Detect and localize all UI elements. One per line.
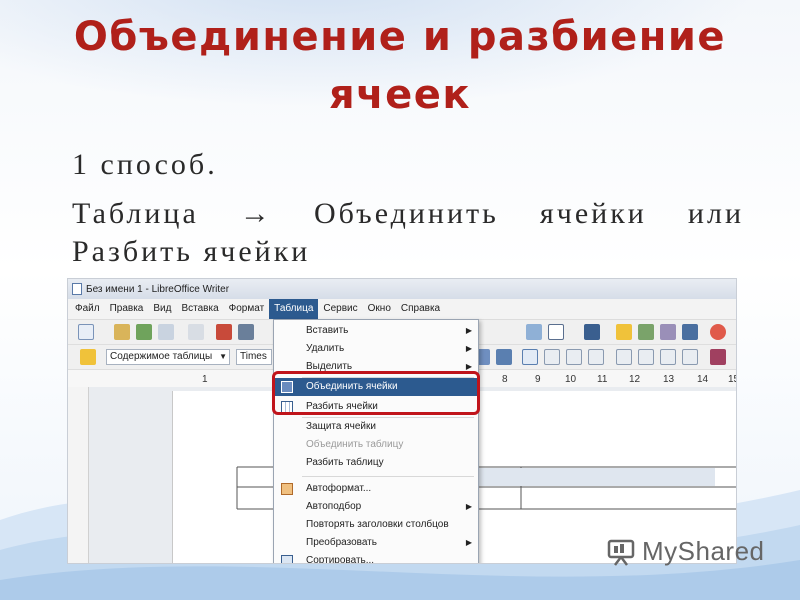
email-icon[interactable] [158, 324, 174, 340]
styles-icon[interactable] [80, 349, 96, 365]
sort-icon [281, 555, 293, 563]
menu-item-label: Сортировать... [306, 555, 375, 564]
menu-format[interactable]: Формат [224, 299, 270, 319]
print-icon[interactable] [238, 324, 254, 340]
ruler-number: 11 [597, 374, 608, 385]
font-name-select[interactable]: Times [236, 349, 272, 365]
menu-item-label: Повторять заголовки столбцов [306, 519, 449, 530]
gallery-icon[interactable] [638, 324, 654, 340]
highlight-outline [272, 371, 480, 415]
ruler-number: 13 [663, 374, 675, 385]
menu-item-autoformat[interactable]: Автоформат... [274, 480, 478, 498]
slide-title: Объединение и разбиение ячеек [0, 8, 800, 124]
menu-item-label: Автоподбор [306, 501, 362, 512]
watermark-text: MyShared [642, 536, 765, 566]
datasources-icon[interactable] [660, 324, 676, 340]
table-icon[interactable] [548, 324, 564, 340]
window-title: Без имени 1 - LibreOffice Writer [86, 283, 230, 295]
submenu-arrow-icon: ▶ [465, 344, 472, 353]
document-icon [72, 283, 82, 295]
paragraph-style-select[interactable]: Содержимое таблицы ▼ [106, 349, 230, 365]
menu-item-label: Разбить таблицу [306, 457, 384, 468]
menu-item-label: Защита ячейки [306, 421, 376, 432]
menu-tools[interactable]: Сервис [318, 299, 362, 319]
pdf-icon[interactable] [216, 324, 232, 340]
ruler-number: 12 [629, 374, 641, 385]
menu-item-convert[interactable]: Преобразовать ▶ [274, 534, 478, 552]
menu-item-autofit[interactable]: Автоподбор ▶ [274, 498, 478, 516]
slide-title-line1: Объединение и разбиение [73, 14, 727, 60]
decrease-indent-icon[interactable] [660, 349, 676, 365]
menu-item-label: Преобразовать [306, 537, 377, 548]
paragraph-style-value: Содержимое таблицы [110, 351, 213, 362]
chevron-down-icon: ▼ [219, 352, 227, 361]
menu-item-delete[interactable]: Удалить ▶ [274, 340, 478, 358]
menu-path-text: Таблица → Объединить ячейки или Разбить … [72, 197, 744, 268]
menu-table[interactable]: Таблица [269, 299, 319, 319]
menu-separator [302, 476, 474, 477]
background-color-icon[interactable] [710, 349, 726, 365]
ruler-number: 1 [202, 374, 208, 385]
open-folder-icon[interactable] [114, 324, 130, 340]
formatting-marks-icon[interactable] [682, 324, 698, 340]
menu-item-split-table[interactable]: Разбить таблицу [274, 454, 478, 472]
ruler-number: 14 [697, 374, 709, 385]
slide-title-line2: ячеек [328, 72, 472, 118]
menu-insert[interactable]: Вставка [176, 299, 223, 319]
submenu-arrow-icon: ▶ [465, 538, 472, 547]
ruler-number: 9 [535, 374, 541, 385]
menu-item-insert[interactable]: Вставить ▶ [274, 322, 478, 340]
submenu-arrow-icon: ▶ [465, 326, 472, 335]
ruler-number: 10 [565, 374, 577, 385]
hyperlink-icon[interactable] [526, 324, 542, 340]
help-icon[interactable] [710, 324, 726, 340]
edit-icon[interactable] [188, 324, 204, 340]
menu-item-label: Объединить таблицу [306, 439, 404, 450]
table-menu-dropdown: Вставить ▶ Удалить ▶ Выделить ▶ Объединить … [273, 319, 479, 564]
numbering-icon[interactable] [616, 349, 632, 365]
menu-item-label: Автоформат... [306, 483, 372, 494]
align-right-icon[interactable] [566, 349, 582, 365]
navigator-icon[interactable] [616, 324, 632, 340]
menu-item-repeat-headers[interactable]: Повторять заголовки столбцов [274, 516, 478, 534]
window-titlebar: Без имени 1 - LibreOffice Writer [68, 279, 736, 299]
align-center-icon[interactable] [544, 349, 560, 365]
ruler-number: 8 [502, 374, 508, 385]
menu-window[interactable]: Окно [363, 299, 396, 319]
menu-item-label: Вставить [306, 325, 349, 336]
menu-item-label: Удалить [306, 343, 345, 354]
libreoffice-screenshot: Без имени 1 - LibreOffice Writer Файл Пр… [67, 278, 737, 564]
menu-item-protect-cells[interactable]: Защита ячейки [274, 418, 478, 436]
method-heading: 1 способ. [72, 148, 218, 181]
new-document-icon[interactable] [78, 324, 94, 340]
autoformat-icon [281, 483, 293, 495]
justify-icon[interactable] [588, 349, 604, 365]
highlight-icon[interactable] [496, 349, 512, 365]
submenu-arrow-icon: ▶ [465, 502, 472, 511]
increase-indent-icon[interactable] [682, 349, 698, 365]
myshared-logo-icon [607, 539, 635, 566]
vertical-ruler[interactable] [68, 387, 89, 563]
menu-item-sort[interactable]: Сортировать... [274, 552, 478, 564]
ruler-number: 15 [728, 374, 736, 385]
save-icon[interactable] [136, 324, 152, 340]
align-left-icon[interactable] [522, 349, 538, 365]
menu-help[interactable]: Справка [396, 299, 445, 319]
menubar: Файл Правка Вид Вставка Формат Таблица С… [68, 299, 736, 320]
menu-edit[interactable]: Правка [105, 299, 149, 319]
myshared-watermark: MyShared [606, 536, 765, 567]
show-draw-icon[interactable] [584, 324, 600, 340]
menu-file[interactable]: Файл [70, 299, 105, 319]
menu-view[interactable]: Вид [148, 299, 176, 319]
font-name-value: Times [240, 351, 267, 362]
bullets-icon[interactable] [638, 349, 654, 365]
menu-item-merge-table: Объединить таблицу [274, 436, 478, 454]
